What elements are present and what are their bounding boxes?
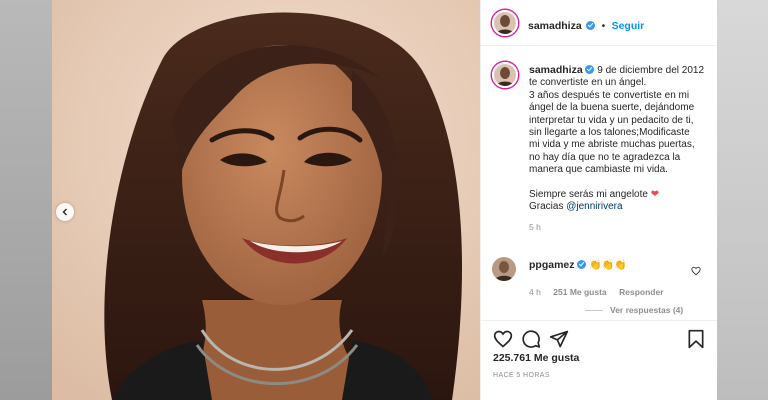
paper-plane-icon: [549, 330, 569, 353]
comment-text: 👏👏👏: [589, 260, 627, 271]
portrait-illustration: [52, 0, 480, 400]
post-like-count[interactable]: 225.761 Me gusta: [493, 352, 579, 364]
reply-button[interactable]: Responder: [619, 287, 663, 297]
caption-line: sin llegarte a los talones;Modificaste: [529, 127, 690, 139]
comment-likes[interactable]: 251 Me gusta: [553, 287, 606, 297]
page-backdrop-left: [0, 0, 52, 400]
small-heart-icon: [691, 263, 701, 280]
mention-link[interactable]: @jennirivera: [566, 201, 622, 212]
comment-button[interactable]: [521, 329, 541, 349]
follow-button[interactable]: Seguir: [612, 20, 645, 32]
author-username[interactable]: samadhiza: [528, 20, 582, 32]
caption-author-username[interactable]: samadhiza: [529, 64, 583, 76]
post-photo: [52, 0, 480, 400]
comment-age: 4 h: [529, 287, 541, 297]
caption-line: mi vida y me abriste muchas puertas,: [529, 139, 695, 151]
post-side-panel: samadhiza • Seguir samadhiza 9 de diciem…: [480, 0, 717, 400]
caption-closing-text: Siempre serás mi angelote: [529, 188, 648, 200]
post-timestamp: HACE 5 HORAS: [493, 372, 550, 379]
caption-line: no hay día que no te agradezca la: [529, 151, 681, 163]
previous-image-button[interactable]: [56, 203, 74, 221]
caption-author-avatar[interactable]: [492, 62, 518, 88]
save-button[interactable]: [686, 329, 706, 349]
red-heart-icon: ❤: [650, 188, 660, 200]
bookmark-icon: [686, 329, 706, 353]
post-caption: samadhiza 9 de diciembre del 2012 te con…: [529, 64, 709, 234]
caption-age: 5 h: [529, 222, 541, 233]
chevron-left-icon: [61, 208, 69, 216]
commenter-avatar[interactable]: [492, 257, 516, 281]
comment-like-button[interactable]: [691, 263, 701, 281]
caption-line: manera que cambiaste mi vida.: [529, 164, 668, 176]
replies-divider: [585, 310, 603, 311]
caption-line: te convertiste en un ángel.: [529, 77, 647, 89]
verified-badge-icon: [586, 21, 596, 30]
view-replies-button[interactable]: Ver respuestas (4): [610, 305, 683, 315]
header-user-line: samadhiza • Seguir: [528, 16, 644, 34]
heart-outline-icon: [493, 330, 513, 353]
post-modal: samadhiza • Seguir samadhiza 9 de diciem…: [52, 0, 717, 400]
verified-badge-icon: [577, 260, 587, 269]
caption-closing: Siempre serás mi angelote ❤: [529, 189, 709, 201]
caption-line: ángel de la buena suerte, dejándome: [529, 102, 695, 114]
separator-dot: •: [601, 21, 606, 32]
commenter-username[interactable]: ppgamez: [529, 259, 575, 271]
caption-thanks: Gracias @jennirivera: [529, 201, 709, 213]
like-button[interactable]: [493, 329, 513, 349]
caption-thanks-text: Gracias: [529, 201, 567, 213]
comment-item: ppgamez 👏👏👏: [529, 259, 626, 271]
author-avatar[interactable]: [492, 10, 518, 36]
caption-gap: [529, 177, 709, 189]
verified-badge-icon: [585, 65, 595, 74]
caption-line: 3 años después te convertiste en mi: [529, 89, 690, 101]
page-backdrop-right: [717, 0, 768, 400]
comment-meta: 4 h 251 Me gusta Responder: [529, 282, 664, 300]
post-header: samadhiza • Seguir: [481, 0, 717, 46]
caption-line: interpretar tu vida y un pedacito de ti,: [529, 114, 694, 126]
share-button[interactable]: [549, 329, 569, 349]
caption-line: 9 de diciembre del 2012: [597, 65, 705, 76]
comment-bubble-icon: [521, 330, 541, 353]
caption-first-line: samadhiza 9 de diciembre del 2012: [529, 64, 709, 77]
